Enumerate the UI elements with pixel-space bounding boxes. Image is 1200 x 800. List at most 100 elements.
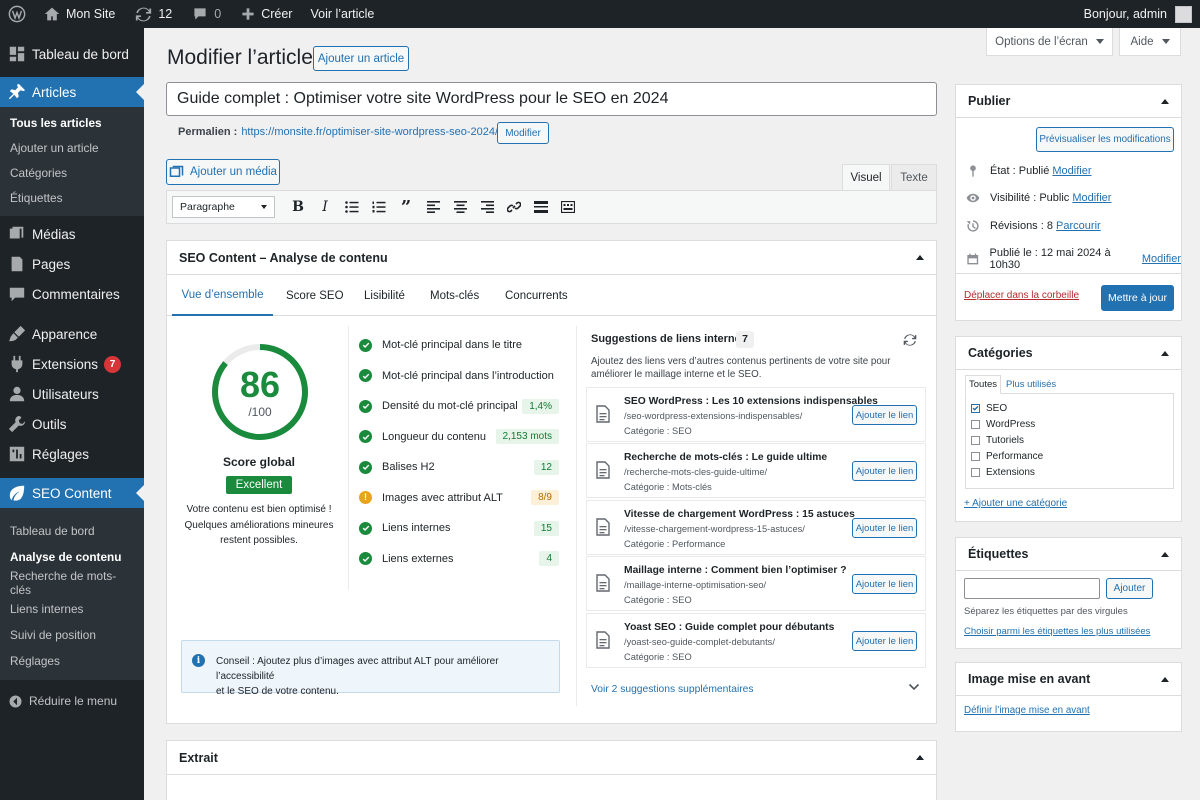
- visibility-edit-link[interactable]: Modifier: [1072, 192, 1111, 204]
- align-center-icon[interactable]: [449, 196, 471, 218]
- seo-submenu-internal-links[interactable]: Liens internes: [0, 596, 144, 622]
- category-item[interactable]: SEO: [971, 400, 1173, 416]
- add-link-button[interactable]: Ajouter le lien: [852, 405, 917, 425]
- submenu-add-article[interactable]: Ajouter un article: [0, 135, 144, 160]
- menu-media[interactable]: Médias: [0, 219, 144, 249]
- permalink-edit-button[interactable]: Modifier: [497, 122, 549, 144]
- collapse-arrow-icon[interactable]: [916, 755, 924, 760]
- suggestion-title[interactable]: Recherche de mots-clés : Le guide ultime: [624, 452, 827, 463]
- add-link-button[interactable]: Ajouter le lien: [852, 574, 917, 594]
- collapse-arrow-icon[interactable]: [1161, 350, 1169, 356]
- menu-articles[interactable]: Articles: [0, 77, 144, 107]
- collapse-arrow-icon[interactable]: [1161, 551, 1169, 557]
- menu-appearance[interactable]: Apparence: [0, 319, 144, 349]
- tab-overview[interactable]: Vue d’ensemble: [172, 276, 273, 316]
- site-name-link[interactable]: Mon Site: [36, 0, 123, 28]
- checkbox-checked-icon[interactable]: [971, 403, 980, 413]
- suggestion-title[interactable]: Yoast SEO : Guide complet pour débutants: [624, 622, 834, 633]
- help-button[interactable]: Aide: [1119, 28, 1181, 56]
- collapse-arrow-icon[interactable]: [916, 255, 924, 260]
- suggestion-title[interactable]: Vitesse de chargement WordPress : 15 ast…: [624, 509, 855, 520]
- tab-readability[interactable]: Lisibilité: [364, 276, 405, 316]
- suggestion-title[interactable]: SEO WordPress : Les 10 extensions indisp…: [624, 396, 878, 407]
- submenu-tags[interactable]: Étiquettes: [0, 185, 144, 210]
- add-link-button[interactable]: Ajouter le lien: [852, 518, 917, 538]
- link-icon[interactable]: [503, 196, 525, 218]
- toolbar-toggle-icon[interactable]: [557, 196, 579, 218]
- tab-most-used[interactable]: Plus utilisés: [1006, 375, 1056, 394]
- comments-link[interactable]: 0: [184, 0, 229, 28]
- seo-submenu-settings[interactable]: Réglages: [0, 648, 144, 674]
- tab-keywords[interactable]: Mots-clés: [430, 276, 479, 316]
- submenu-all-articles[interactable]: Tous les articles: [0, 110, 144, 135]
- align-right-icon[interactable]: [476, 196, 498, 218]
- add-article-button[interactable]: Ajouter un article: [313, 46, 409, 71]
- permalink-url[interactable]: https://monsite.fr/optimiser-site-wordpr…: [241, 126, 498, 138]
- post-title-input[interactable]: Guide complet : Optimiser votre site Wor…: [166, 82, 937, 116]
- suggestion-title[interactable]: Maillage interne : Comment bien l’optimi…: [624, 565, 847, 576]
- menu-seo-content[interactable]: SEO Content: [0, 478, 144, 508]
- view-post-link[interactable]: Voir l’article: [302, 0, 382, 28]
- tag-input[interactable]: [964, 578, 1100, 599]
- tags-header[interactable]: Étiquettes: [956, 538, 1181, 571]
- revisions-browse-link[interactable]: Parcourir: [1056, 220, 1101, 232]
- choose-tags-link[interactable]: Choisir parmi les étiquettes les plus ut…: [964, 626, 1150, 637]
- seo-submenu-dashboard[interactable]: Tableau de bord: [0, 518, 144, 544]
- menu-tools[interactable]: Outils: [0, 409, 144, 439]
- menu-pages[interactable]: Pages: [0, 249, 144, 279]
- add-link-button[interactable]: Ajouter le lien: [852, 631, 917, 651]
- wp-logo-button[interactable]: [0, 0, 36, 28]
- tab-competitors[interactable]: Concurrents: [505, 276, 568, 316]
- tab-visual[interactable]: Visuel: [842, 164, 890, 190]
- tab-seo-score[interactable]: Score SEO: [286, 276, 344, 316]
- bullet-list-icon[interactable]: [341, 196, 363, 218]
- add-link-button[interactable]: Ajouter le lien: [852, 461, 917, 481]
- collapse-arrow-icon[interactable]: [1161, 676, 1169, 682]
- category-item[interactable]: Performance: [971, 448, 1173, 464]
- featured-image-header[interactable]: Image mise en avant: [956, 663, 1181, 696]
- checkbox-icon[interactable]: [971, 467, 980, 477]
- align-left-icon[interactable]: [422, 196, 444, 218]
- tab-all-categories[interactable]: Toutes: [965, 375, 1001, 394]
- tab-text[interactable]: Texte: [891, 164, 937, 190]
- seo-box-header[interactable]: SEO Content – Analyse de contenu: [167, 241, 936, 275]
- checkbox-icon[interactable]: [971, 451, 980, 461]
- screen-options-button[interactable]: Options de l’écran: [986, 28, 1113, 56]
- format-select[interactable]: Paragraphe: [172, 196, 275, 218]
- category-item[interactable]: Tutoriels: [971, 432, 1173, 448]
- add-category-link[interactable]: + Ajouter une catégorie: [964, 498, 1067, 509]
- published-edit-link[interactable]: Modifier: [1142, 253, 1181, 265]
- checkbox-icon[interactable]: [971, 435, 980, 445]
- add-tag-button[interactable]: Ajouter: [1106, 578, 1153, 599]
- italic-icon[interactable]: I: [314, 196, 336, 218]
- menu-settings[interactable]: Réglages: [0, 439, 144, 469]
- seo-submenu-keyword-research[interactable]: Recherche de mots-clés: [0, 569, 144, 597]
- menu-dashboard[interactable]: Tableau de bord: [0, 39, 144, 69]
- status-edit-link[interactable]: Modifier: [1052, 165, 1091, 177]
- update-button[interactable]: Mettre à jour: [1101, 285, 1174, 311]
- collapse-menu-button[interactable]: Réduire le menu: [0, 686, 144, 716]
- my-account[interactable]: Bonjour, admin: [1076, 0, 1200, 28]
- collapse-arrow-icon[interactable]: [1161, 98, 1169, 104]
- seo-submenu-content-analysis[interactable]: Analyse de contenu: [0, 544, 144, 570]
- trash-link[interactable]: Déplacer dans la corbeille: [964, 290, 1079, 301]
- bold-icon[interactable]: B: [287, 196, 309, 218]
- numbered-list-icon[interactable]: [368, 196, 390, 218]
- chevron-down-icon[interactable]: [908, 682, 920, 692]
- add-media-button[interactable]: Ajouter un média: [166, 159, 280, 185]
- more-suggestions-link[interactable]: Voir 2 suggestions supplémentaires: [591, 684, 754, 695]
- seo-submenu-rank-tracking[interactable]: Suivi de position: [0, 622, 144, 648]
- new-content-link[interactable]: Créer: [233, 0, 300, 28]
- preview-button[interactable]: Prévisualiser les modifications: [1036, 127, 1174, 152]
- menu-extensions[interactable]: Extensions 7: [0, 349, 144, 379]
- set-featured-image-link[interactable]: Définir l’image mise en avant: [964, 705, 1090, 716]
- checkbox-icon[interactable]: [971, 419, 980, 429]
- submenu-categories[interactable]: Catégories: [0, 160, 144, 185]
- categories-header[interactable]: Catégories: [956, 337, 1181, 370]
- category-item[interactable]: Extensions: [971, 464, 1173, 480]
- refresh-suggestions-icon[interactable]: [903, 333, 917, 347]
- menu-comments[interactable]: Commentaires: [0, 279, 144, 309]
- publish-header[interactable]: Publier: [956, 85, 1181, 118]
- updates-link[interactable]: 12: [127, 0, 180, 28]
- quote-icon[interactable]: ”: [395, 196, 417, 218]
